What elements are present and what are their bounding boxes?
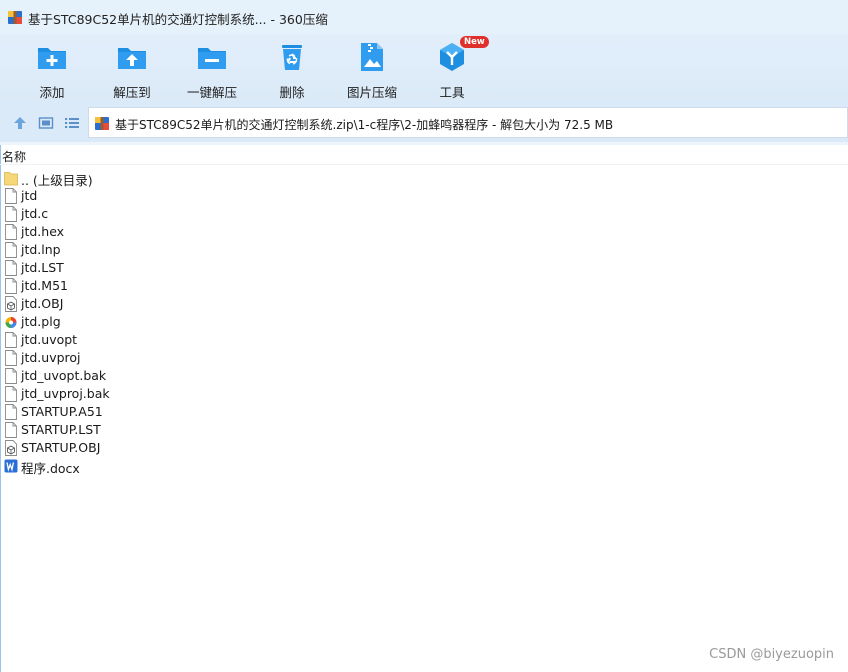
file-name: STARTUP.LST — [21, 422, 101, 437]
recycle-bin-icon — [282, 45, 302, 70]
one-click-extract-icon — [198, 48, 226, 69]
file-name: jtd.M51 — [21, 278, 68, 293]
up-arrow-icon[interactable] — [12, 115, 28, 131]
image-compress-icon — [361, 43, 383, 71]
divider — [0, 142, 848, 145]
delete-label: 删除 — [279, 85, 305, 100]
list-item[interactable]: jtd.c — [0, 205, 848, 223]
address-bar: 基于STC89C52单片机的交通灯控制系统.zip\1-c程序\2-加蜂鸣器程序… — [0, 104, 848, 142]
obj-file-icon — [5, 440, 17, 456]
file-name: STARTUP.A51 — [21, 404, 103, 419]
image-compress-label: 图片压缩 — [346, 85, 397, 100]
zip-archive-icon — [95, 117, 109, 130]
file-name: jtd_uvproj.bak — [21, 386, 110, 401]
extract-to-button[interactable]: 解压到 — [92, 39, 172, 100]
word-file-icon — [4, 459, 18, 473]
tools-label: 工具 — [439, 85, 465, 100]
one-click-extract-button[interactable]: 一键解压 — [172, 39, 252, 100]
add-label: 添加 — [39, 85, 65, 100]
file-icon — [5, 206, 17, 222]
file-icon — [5, 224, 17, 240]
file-icon — [5, 332, 17, 348]
list-item[interactable]: jtd.uvopt — [0, 331, 848, 349]
tools-button[interactable]: New 工具 — [412, 36, 492, 100]
file-name: jtd.uvopt — [21, 332, 78, 347]
file-name: jtd_uvopt.bak — [21, 368, 107, 383]
new-badge: New — [460, 36, 489, 48]
list-item[interactable]: jtd_uvproj.bak — [0, 385, 848, 403]
list-item[interactable]: .. (上级目录) — [0, 169, 848, 188]
column-header-name[interactable]: 名称 — [2, 148, 26, 165]
list-item[interactable]: jtd.uvproj — [0, 349, 848, 367]
address-box[interactable]: 基于STC89C52单片机的交通灯控制系统.zip\1-c程序\2-加蜂鸣器程序… — [88, 107, 848, 138]
archive-app-icon — [8, 11, 22, 24]
file-icon — [5, 386, 17, 402]
image-compress-button[interactable]: 图片压缩 — [332, 39, 412, 100]
list-item[interactable]: jtd.lnp — [0, 241, 848, 259]
file-name: 程序.docx — [21, 461, 80, 476]
plg-file-icon — [5, 317, 17, 328]
list-item[interactable]: STARTUP.LST — [0, 421, 848, 439]
add-folder-icon — [38, 48, 66, 69]
file-icon — [5, 368, 17, 384]
file-name: jtd.c — [21, 206, 49, 221]
file-name: jtd — [21, 188, 38, 203]
file-name: jtd.lnp — [21, 242, 61, 257]
file-name: jtd.hex — [21, 224, 65, 239]
file-name: jtd.uvproj — [21, 350, 81, 365]
file-icon — [5, 242, 17, 258]
file-icon — [5, 404, 17, 420]
file-icon — [5, 350, 17, 366]
list-item[interactable]: jtd.OBJ — [0, 295, 848, 313]
main-toolbar: 添加 解压到 一键解压 删除 图片压缩 New 工具 — [0, 34, 848, 104]
list-view-icon[interactable] — [64, 115, 80, 131]
extract-to-icon — [118, 48, 146, 69]
list-item[interactable]: jtd.plg — [0, 313, 848, 331]
list-item[interactable]: jtd.M51 — [0, 277, 848, 295]
list-item[interactable]: jtd.hex — [0, 223, 848, 241]
extract-to-label: 解压到 — [113, 85, 151, 100]
file-icon — [5, 260, 17, 276]
address-path: 基于STC89C52单片机的交通灯控制系统.zip\1-c程序\2-加蜂鸣器程序… — [115, 118, 614, 132]
one-click-extract-label: 一键解压 — [186, 85, 237, 100]
list-item[interactable]: jtd.LST — [0, 259, 848, 277]
file-icon — [5, 188, 17, 204]
title-bar: 基于STC89C52单片机的交通灯控制系统... - 360压缩 — [0, 0, 848, 34]
add-button[interactable]: 添加 — [12, 39, 92, 100]
file-name: jtd.plg — [21, 314, 61, 329]
folder-icon — [4, 172, 18, 186]
window-title: 基于STC89C52单片机的交通灯控制系统... - 360压缩 — [28, 12, 328, 27]
watermark: CSDN @biyezuopin — [709, 647, 834, 662]
file-icon — [5, 278, 17, 294]
list-item[interactable]: jtd — [0, 187, 848, 205]
obj-file-icon — [5, 296, 17, 312]
delete-button[interactable]: 删除 — [252, 39, 332, 100]
divider — [0, 164, 848, 165]
file-list: .. (上级目录) jtd jtd.c jtd.hex jtd.lnp jtd.… — [0, 169, 848, 476]
file-name: jtd.LST — [21, 260, 64, 275]
list-item[interactable]: jtd_uvopt.bak — [0, 367, 848, 385]
file-name: jtd.OBJ — [21, 296, 64, 311]
list-item[interactable]: STARTUP.A51 — [0, 403, 848, 421]
list-item[interactable]: STARTUP.OBJ — [0, 439, 848, 457]
list-item[interactable]: 程序.docx — [0, 457, 848, 476]
file-name: STARTUP.OBJ — [21, 440, 101, 455]
thumbnail-view-icon[interactable] — [38, 115, 54, 131]
file-icon — [5, 422, 17, 438]
